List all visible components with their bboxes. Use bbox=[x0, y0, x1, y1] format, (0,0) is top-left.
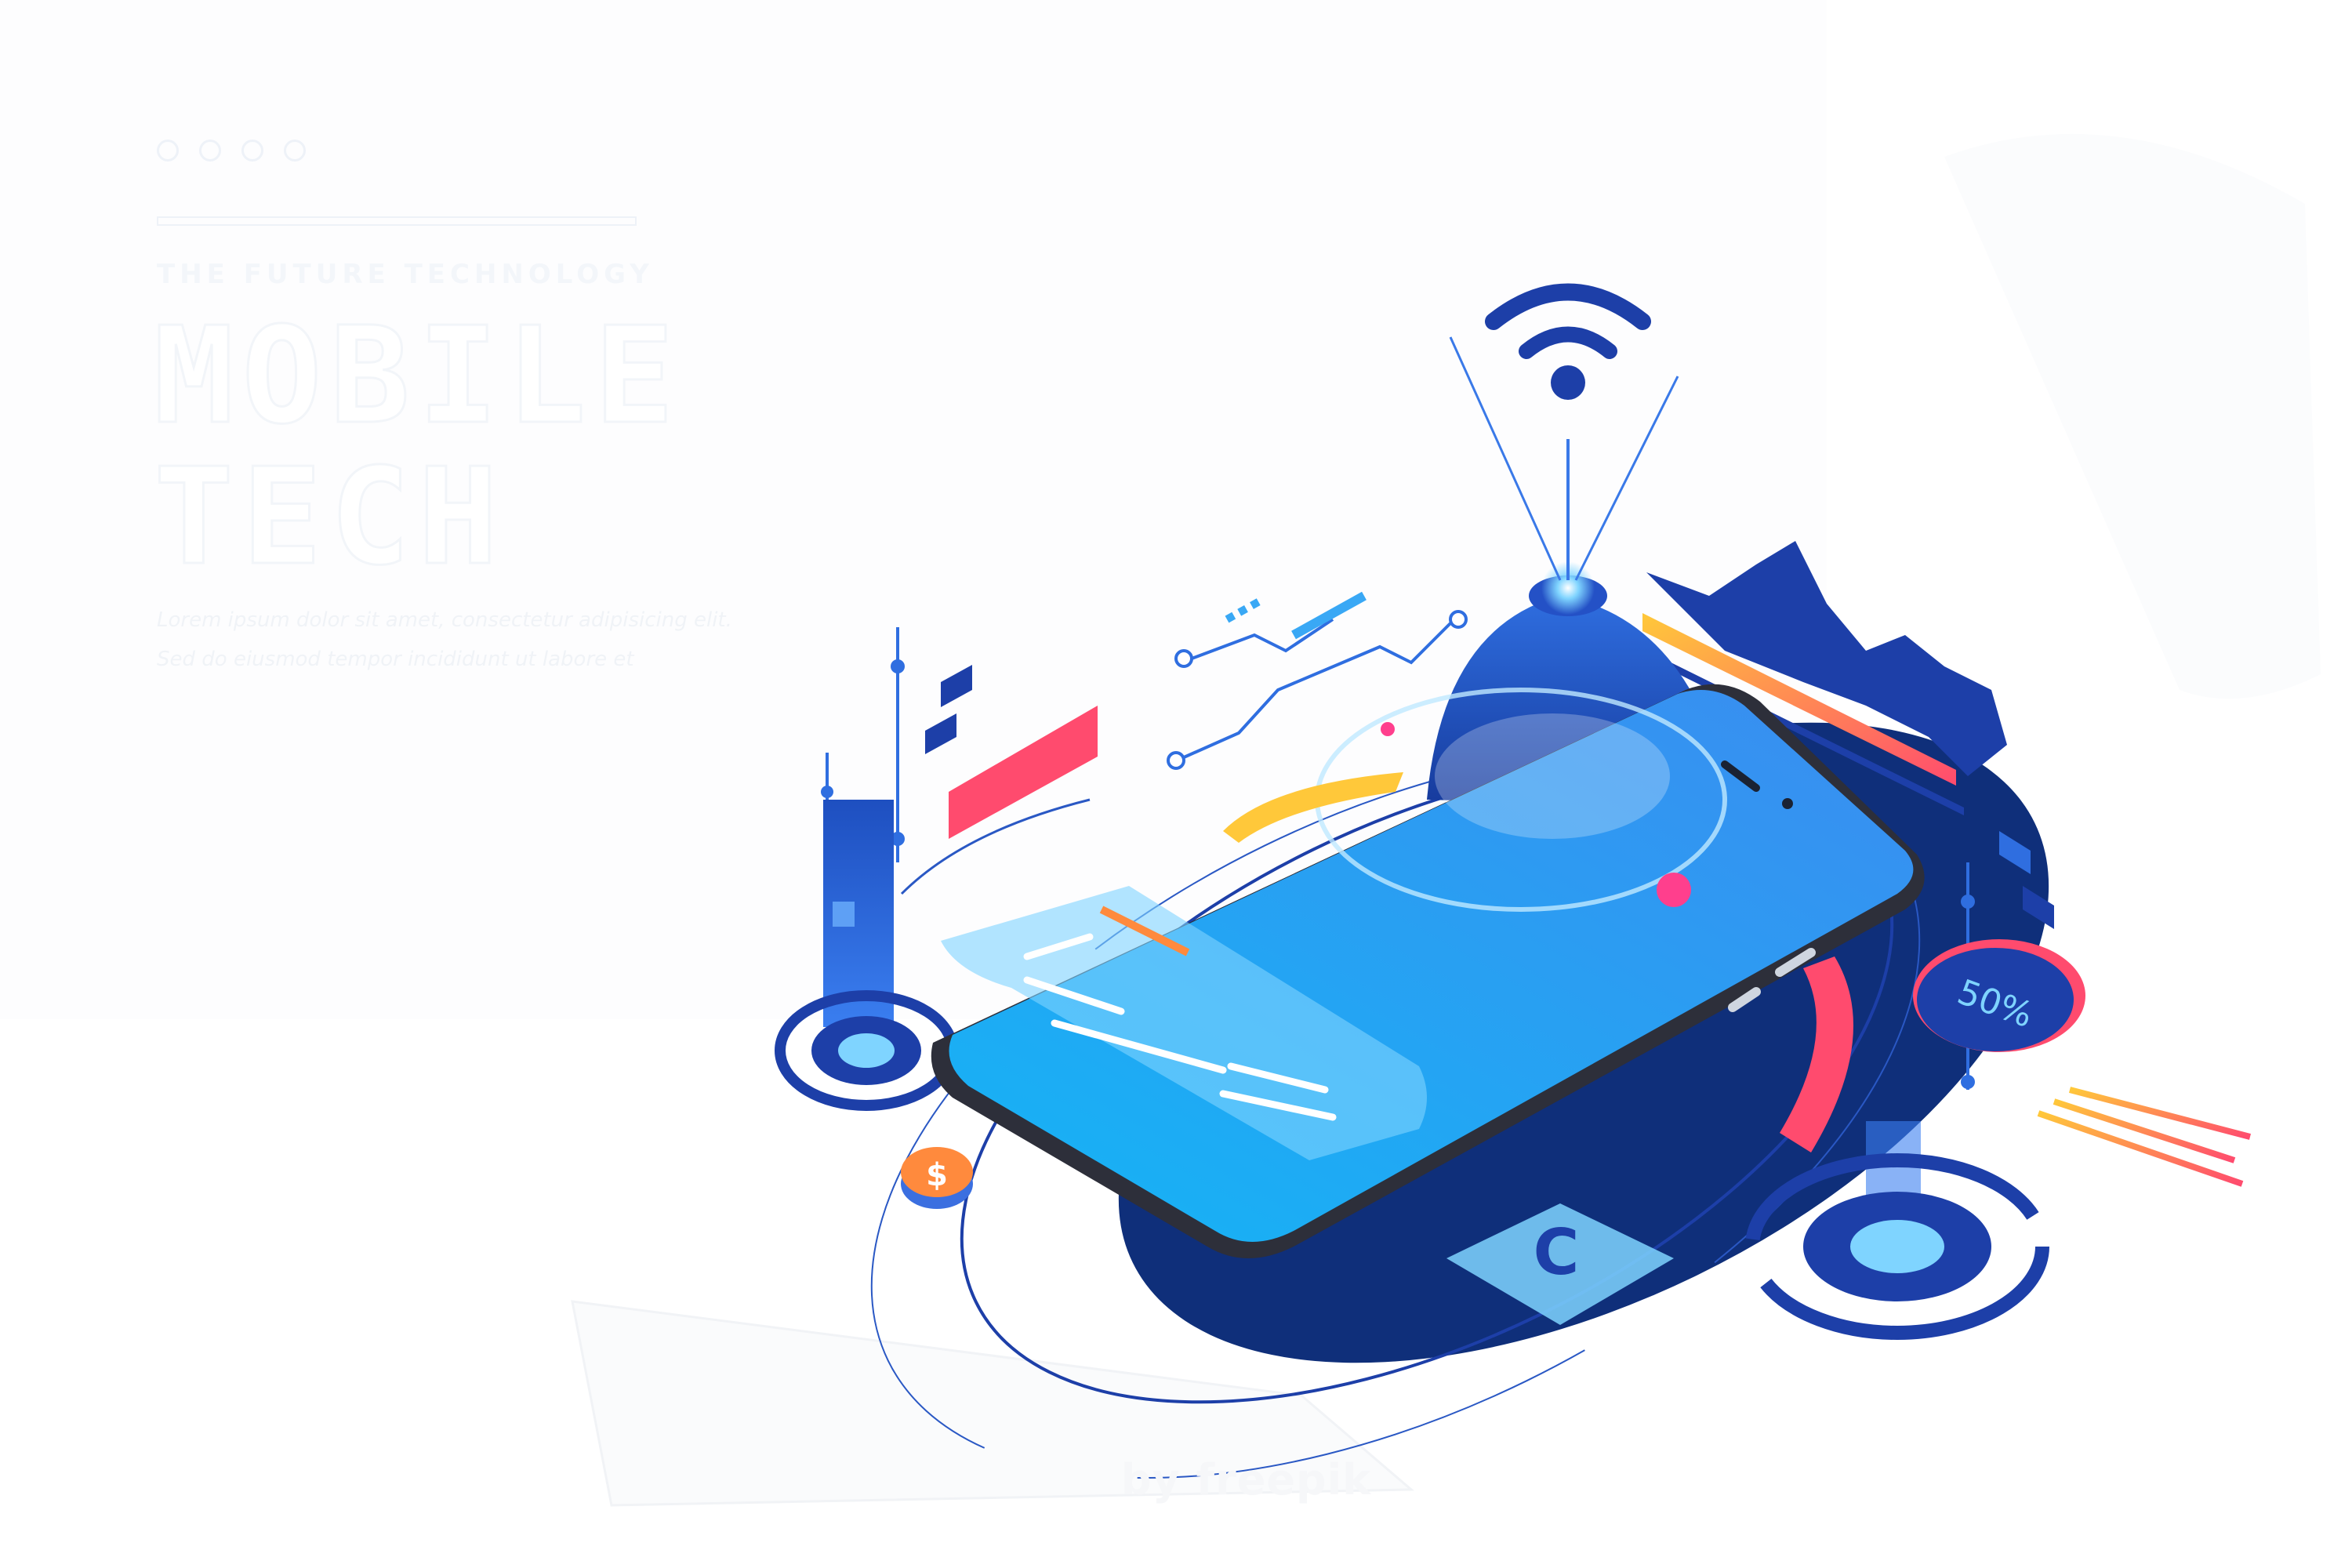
wifi-icon bbox=[1485, 283, 1651, 400]
red-card bbox=[949, 706, 1098, 839]
credit-text: by freepik bbox=[1121, 1455, 1372, 1504]
percent-badge-icon: 50% bbox=[1913, 939, 2085, 1052]
circuit-icon bbox=[1167, 591, 1468, 770]
pink-orb bbox=[1657, 873, 1691, 907]
gradient-stripes bbox=[2037, 1087, 2252, 1187]
mobile-tech-illustration: $ C 50% bbox=[775, 283, 2252, 1479]
dollar-coin-icon: $ bbox=[901, 1147, 973, 1209]
currency-symbol: $ bbox=[926, 1157, 948, 1193]
phone-call-symbol: C bbox=[1534, 1216, 1580, 1289]
yellow-arc bbox=[1223, 772, 1403, 843]
left-tower bbox=[821, 627, 905, 1027]
